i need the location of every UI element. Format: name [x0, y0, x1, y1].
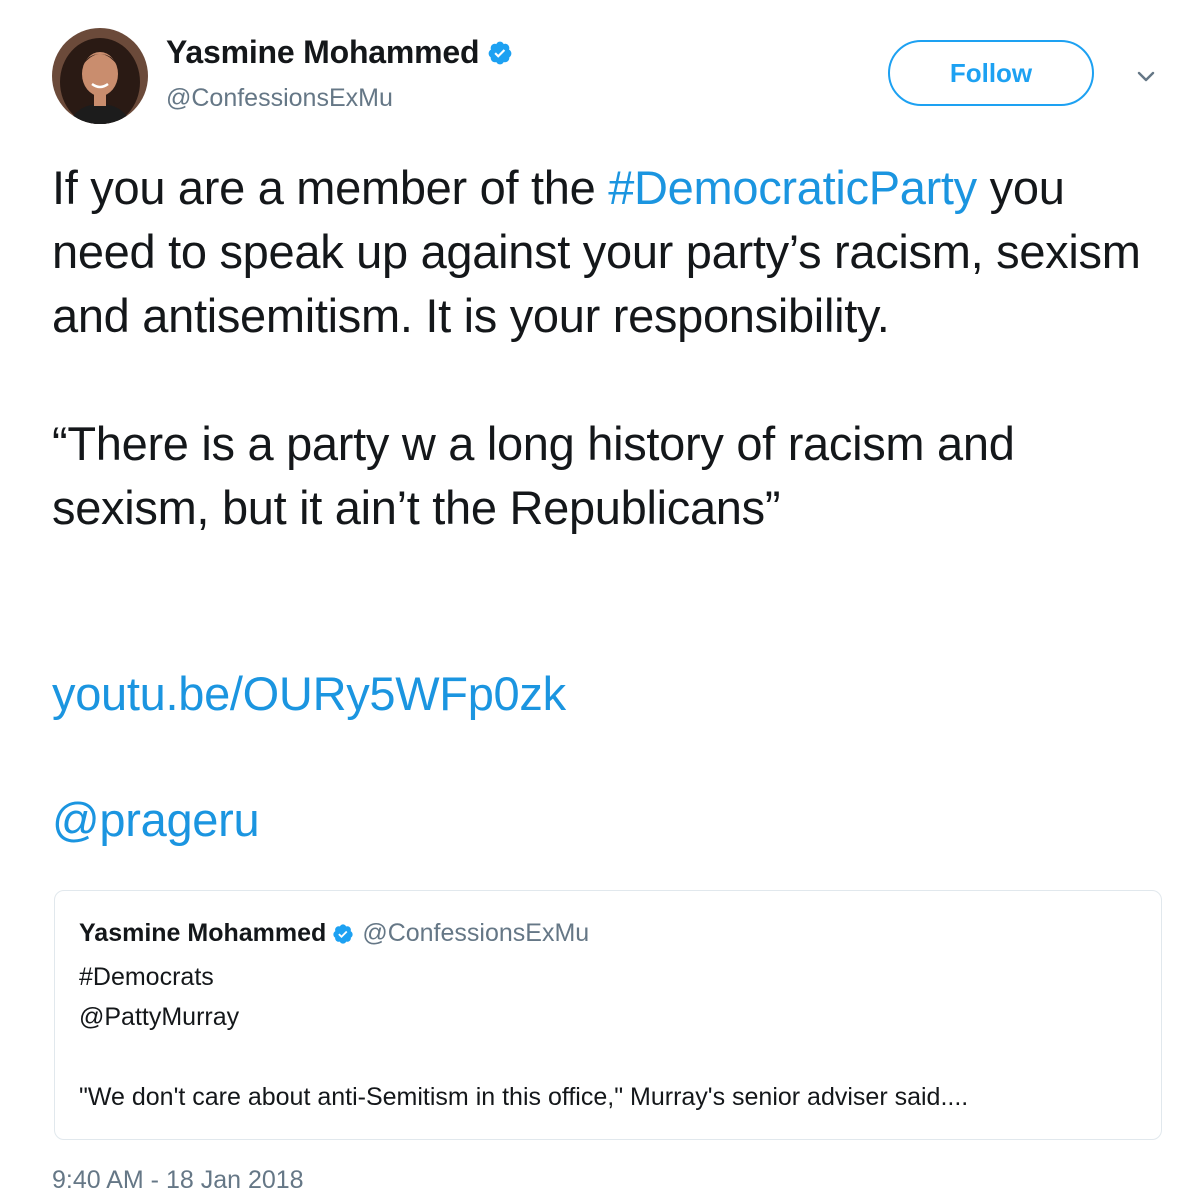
quoted-text: "We don't care about anti-Semitism in th… — [79, 1083, 969, 1111]
quoted-mention: @PattyMurray — [79, 1003, 240, 1031]
tweet-card: Yasmine Mohammed @ConfessionsExMu Follow… — [0, 0, 1188, 1200]
hashtag-link[interactable]: #DemocraticParty — [608, 161, 977, 214]
verified-badge-icon — [487, 40, 513, 66]
follow-button[interactable]: Follow — [888, 40, 1094, 106]
tweet-text-prefix: If you are a member of the — [52, 161, 609, 214]
quoted-hashtag: #Democrats — [79, 963, 214, 991]
tweet-text: If you are a member of the #DemocraticPa… — [52, 156, 1162, 540]
author-name[interactable]: Yasmine Mohammed — [166, 34, 480, 71]
profile-photo — [52, 28, 148, 124]
author-handle[interactable]: @ConfessionsExMu — [166, 84, 393, 113]
chevron-down-icon[interactable] — [1132, 62, 1160, 90]
tweet-paragraph-1: If you are a member of the #DemocraticPa… — [52, 156, 1162, 348]
author-name-row[interactable]: Yasmine Mohammed — [166, 34, 513, 71]
mention-link[interactable]: @prageru — [52, 788, 260, 852]
avatar[interactable] — [52, 28, 148, 124]
youtube-link[interactable]: youtu.be/OURy5WFp0zk — [52, 662, 566, 726]
quoted-tweet-card[interactable]: Yasmine Mohammed @ConfessionsExMu #Democ… — [54, 890, 1162, 1140]
tweet-timestamp[interactable]: 9:40 AM - 18 Jan 2018 — [52, 1166, 304, 1195]
quoted-author-name: Yasmine Mohammed — [79, 919, 327, 947]
quoted-tweet-header: Yasmine Mohammed @ConfessionsExMu — [79, 919, 589, 948]
tweet-quote-paragraph: “There is a party w a long history of ra… — [52, 417, 1015, 534]
quoted-author-handle: @ConfessionsExMu — [362, 919, 590, 947]
verified-badge-icon — [332, 923, 354, 945]
